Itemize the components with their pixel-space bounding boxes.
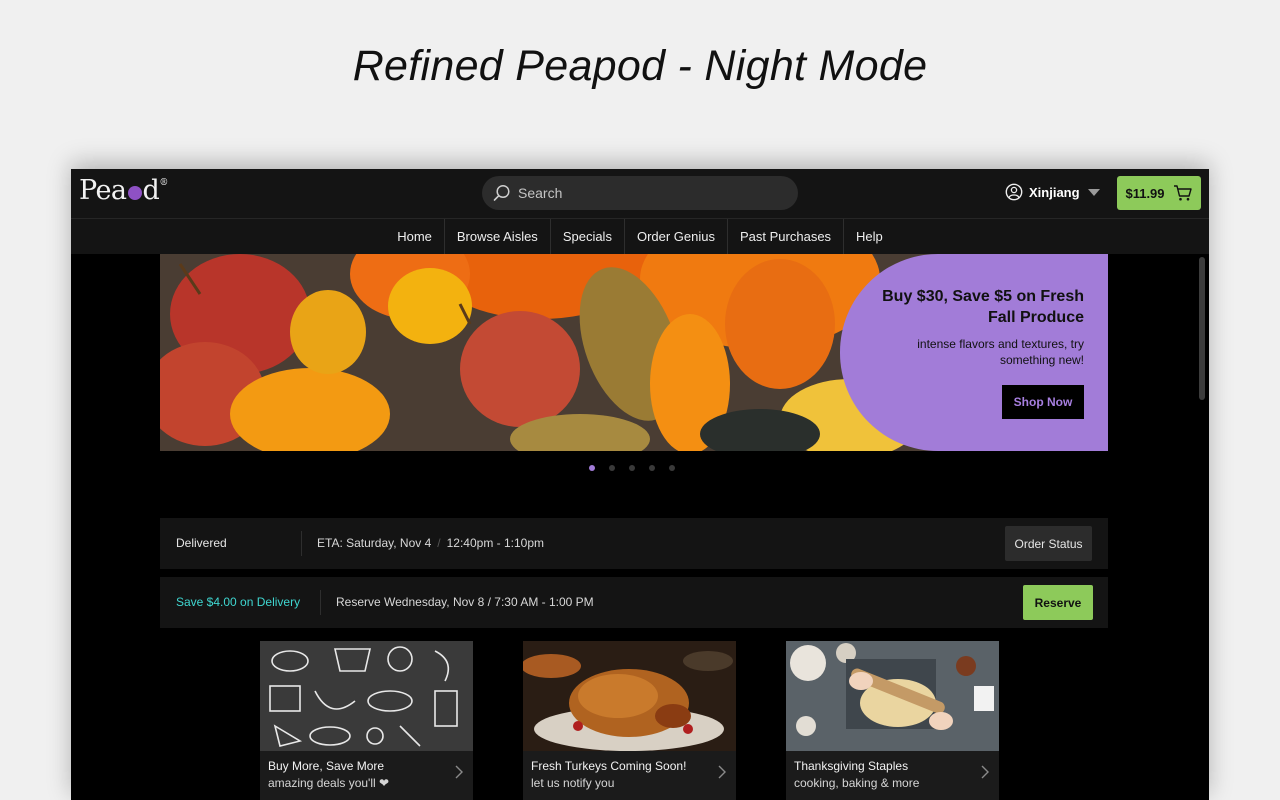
eta-text: ETA: Saturday, Nov 4 / 12:40pm - 1:10pm	[317, 518, 544, 569]
order-status-row: Delivered ETA: Saturday, Nov 4 / 12:40pm -…	[160, 518, 1108, 569]
cart-total: $11.99	[1125, 185, 1165, 201]
logo-text-end: d	[142, 175, 160, 206]
order-status-label: Delivered	[176, 536, 227, 550]
baking-image	[786, 641, 999, 751]
top-bar: Pead® Xinjiang $11.99	[71, 169, 1209, 219]
card-subtitle: cooking, baking & more	[794, 776, 920, 790]
promo-subtitle: intense flavors and textures, try someth…	[917, 337, 1084, 367]
roast-turkey-image	[523, 641, 736, 751]
reserve-slot-text: Reserve Wednesday, Nov 8 / 7:30 AM - 1:0…	[336, 595, 594, 609]
cart-button[interactable]: $11.99	[1117, 176, 1201, 210]
user-icon	[1005, 183, 1023, 201]
card-title: Thanksgiving Staples	[794, 759, 909, 773]
card-subtitle: let us notify you	[531, 776, 615, 790]
chevron-right-icon	[455, 765, 463, 779]
user-menu[interactable]: Xinjiang	[1005, 182, 1100, 202]
delivery-promo[interactable]: Save $4.00 on Delivery	[176, 577, 300, 628]
order-status-button[interactable]: Order Status	[1005, 526, 1092, 561]
chevron-right-icon	[981, 765, 989, 779]
promo-card-staples[interactable]: Thanksgiving Staples cooking, baking & m…	[786, 641, 999, 800]
carousel-dot[interactable]	[609, 465, 615, 471]
slash-divider: /	[437, 536, 441, 550]
chevron-right-icon	[718, 765, 726, 779]
promo-title: Buy $30, Save $5 on Fresh Fall Produce	[882, 288, 1084, 326]
card-title: Buy More, Save More	[268, 759, 385, 773]
search-input[interactable]	[482, 176, 798, 210]
carousel-dot[interactable]	[589, 465, 595, 471]
hero-banner[interactable]: Buy $30, Save $5 on Fresh Fall Produce i…	[160, 254, 1108, 451]
scrollbar-thumb[interactable]	[1199, 257, 1205, 400]
reserve-button[interactable]: Reserve	[1023, 585, 1093, 620]
card-subtitle: amazing deals you'll ❤	[268, 776, 390, 790]
browser-window: Pead® Xinjiang $11.99 Home Br	[71, 169, 1209, 800]
chevron-down-icon	[1087, 188, 1100, 196]
carousel-dots	[589, 465, 675, 471]
divider	[301, 531, 302, 556]
cart-icon	[1173, 185, 1192, 201]
promo-card-turkeys[interactable]: Fresh Turkeys Coming Soon! let us notify…	[523, 641, 736, 800]
logo-registered-mark: ®	[159, 178, 168, 188]
search-icon	[493, 184, 510, 201]
promo-panel: Buy $30, Save $5 on Fresh Fall Produce i…	[840, 254, 1108, 451]
page-heading: Refined Peapod - Night Mode	[352, 42, 928, 90]
peapod-logo[interactable]: Pea d®	[79, 175, 168, 206]
user-name: Xinjiang	[1029, 184, 1080, 200]
eta-date: ETA: Saturday, Nov 4	[317, 536, 432, 550]
nav-order-genius[interactable]: Order Genius	[625, 219, 728, 254]
delivery-reserve-row: Save $4.00 on Delivery Reserve Wednesday…	[160, 577, 1108, 628]
card-title: Fresh Turkeys Coming Soon!	[531, 759, 687, 773]
main-nav: Home Browse Aisles Specials Order Genius…	[71, 219, 1209, 254]
nav-past-purchases[interactable]: Past Purchases	[728, 219, 845, 254]
divider	[320, 590, 321, 615]
eta-time: 12:40pm - 1:10pm	[446, 536, 545, 550]
logo-dot	[127, 186, 142, 200]
nav-browse-aisles[interactable]: Browse Aisles	[445, 219, 551, 254]
shop-now-button[interactable]: Shop Now	[1002, 385, 1084, 419]
carousel-dot[interactable]	[629, 465, 635, 471]
nav-home[interactable]: Home	[385, 219, 445, 254]
promo-card-deals[interactable]: Buy More, Save More amazing deals you'll…	[260, 641, 473, 800]
carousel-dot[interactable]	[669, 465, 675, 471]
carousel-dot[interactable]	[649, 465, 655, 471]
logo-text-start: Pea	[79, 175, 127, 206]
nav-specials[interactable]: Specials	[551, 219, 625, 254]
nav-help[interactable]: Help	[844, 219, 895, 254]
grocery-doodle-image	[260, 641, 473, 751]
